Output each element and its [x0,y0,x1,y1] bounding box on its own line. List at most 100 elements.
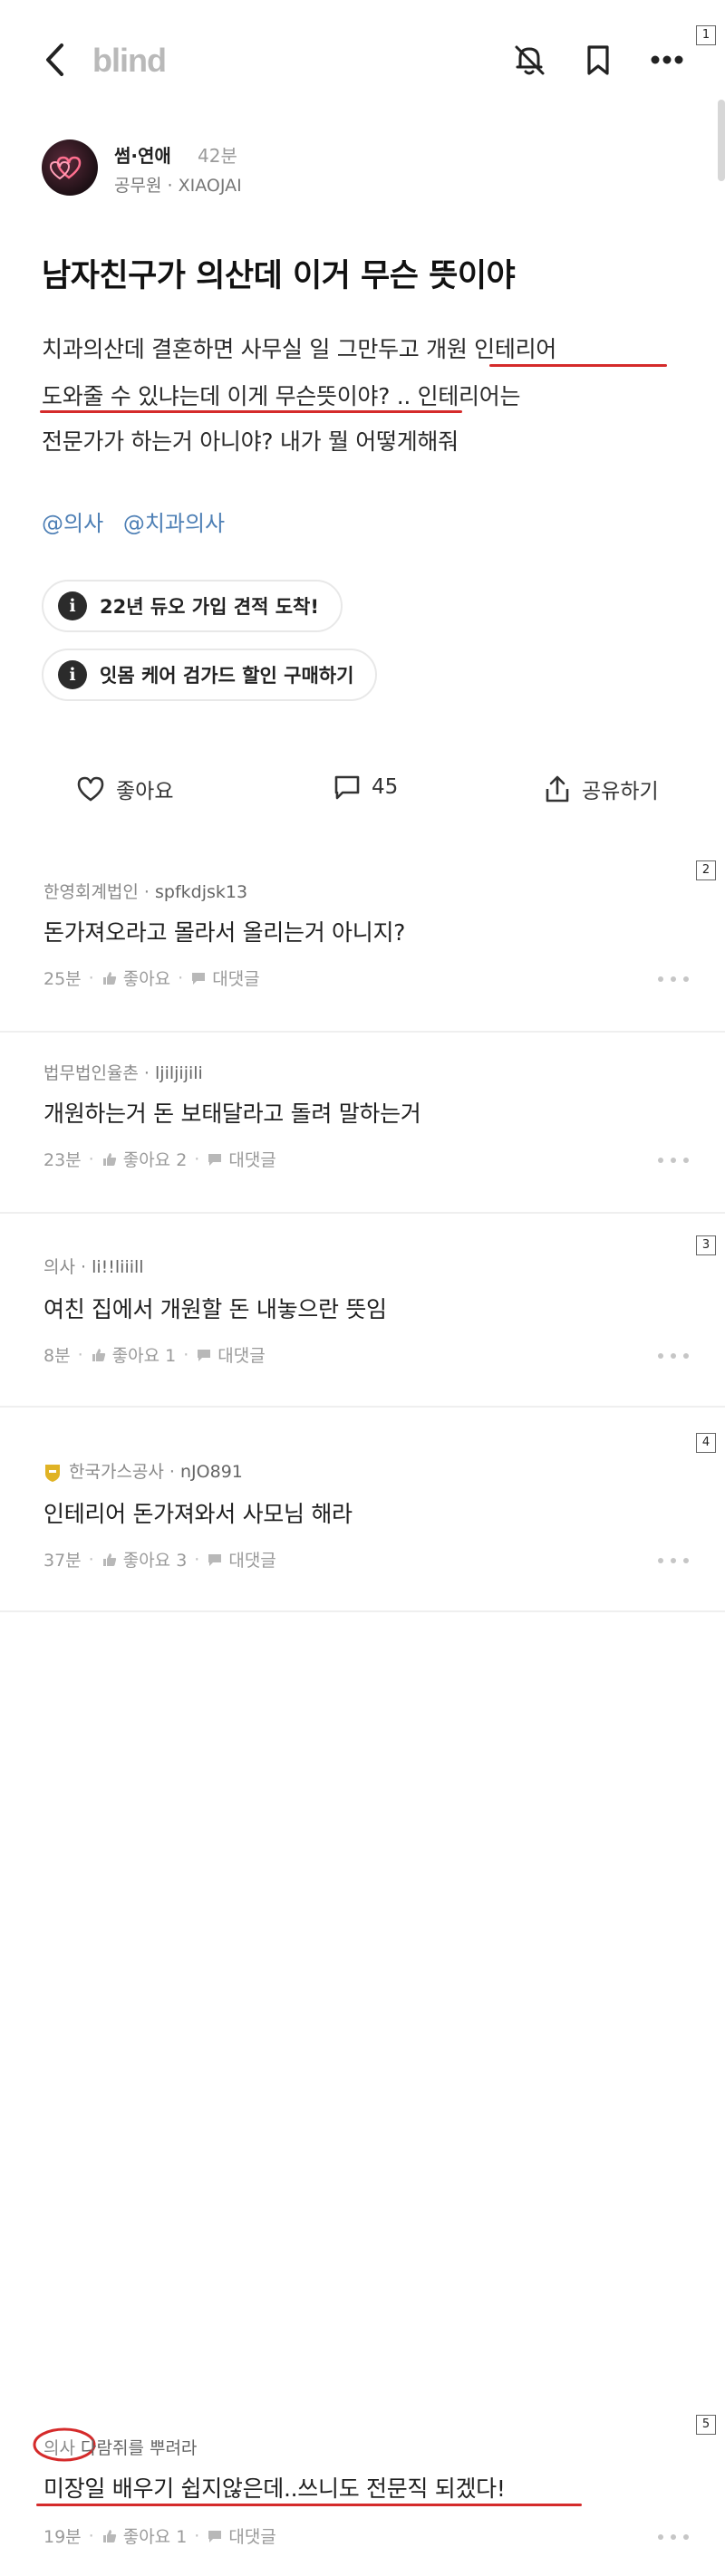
verified-badge-icon [45,1464,60,1482]
comment-meta: 의사 다람쥐를 뿌려라 [44,2435,197,2459]
comment-reply-button[interactable]: 대댓글 [207,1547,276,1572]
comment-company: 의사 [44,1257,75,1277]
back-button[interactable] [40,40,71,80]
post-body-line: 전문가가 하는거 아니야? 내가 뭘 어떻게해줘 [42,428,459,455]
tag-dentist[interactable]: @치과의사 [123,511,225,536]
comment-company: 한국가스공사 [69,1462,164,1482]
comment-text: 미장일 배우기 쉽지않은데..쓰니도 전문직 되겠다! [44,2475,506,2502]
comment-item: 법무법인율촌 · ljiljijili 개원하는거 돈 보태달라고 돌려 말하는… [0,1033,725,1214]
comment-more-button[interactable] [658,1351,689,1360]
comment-meta: 한국가스공사 · nJO891 [44,1458,243,1483]
separator-dot: · [167,176,179,196]
comment-company: 법무법인율촌 [44,1063,139,1083]
thumbs-up-icon [102,1152,116,1166]
share-button[interactable]: 공유하기 [544,774,659,804]
page-badge: 1 [696,25,716,45]
blind-logo[interactable]: blind [92,42,167,80]
comment-time: 8분 [44,1346,71,1366]
chevron-left-icon [46,43,63,76]
comment-item: 한국가스공사 · nJO891 인테리어 돈가져와서 사모님 해라 37분 · 좋… [0,1429,725,1612]
heart-icon [77,776,104,802]
comment-item: 의사 다람쥐를 뿌려라 미장일 배우기 쉽지않은데..쓰니도 전문직 되겠다! … [0,2413,725,2576]
comment-time: 37분 [44,1551,82,1571]
comment-like-button[interactable]: 좋아요 1 [102,2523,187,2548]
thumbs-up-icon [102,2529,116,2542]
comment-text: 여친 집에서 개원할 돈 내놓으란 뜻임 [44,1296,387,1322]
comment-footer: 37분 · 좋아요 3 · 대댓글 [44,1547,276,1572]
comment-nickname: 다람쥐를 뿌려라 [81,2438,198,2458]
comment-nickname: li!!liiill [92,1257,144,1277]
comment-like-button[interactable]: 좋아요 2 [102,1147,187,1171]
community-name[interactable]: 썸·연애 [114,141,171,168]
reply-bubble-icon [192,972,206,985]
comment-reply-button[interactable]: 대댓글 [190,966,260,990]
author-company: XIAOJAI [178,176,242,196]
post-title: 남자친구가 의산데 이거 무슨 뜻이야 [42,258,516,294]
like-label: 좋아요 [116,780,174,803]
bookmark-icon [587,45,609,75]
more-horizontal-icon [651,55,683,64]
bookmark-button[interactable] [578,40,618,80]
comment-company: 의사 [44,2438,75,2458]
avatar[interactable] [42,139,98,196]
reply-bubble-icon [208,1553,222,1566]
info-icon: i [58,660,87,689]
promo-chip[interactable]: i 잇몸 케어 검가드 할인 구매하기 [42,649,378,701]
comment-time: 19분 [44,2527,82,2547]
comment-button[interactable]: 45 [334,774,398,801]
more-options-button[interactable] [647,40,687,80]
comment-nickname: spfkdjsk13 [155,882,248,902]
comment-like-button[interactable]: 좋아요 1 [91,1342,176,1367]
post-action-bar: 좋아요 45 공유하기 [0,764,725,819]
topic-tags: @의사 @치과의사 [42,505,237,537]
comment-like-button[interactable]: 좋아요 [102,966,170,990]
comment-nickname: nJO891 [180,1462,243,1482]
tag-doctor[interactable]: @의사 [42,511,103,536]
top-bar: blind [0,0,725,118]
comment-icon [334,775,360,800]
reply-bubble-icon [208,2530,222,2542]
comment-text: 인테리어 돈가져와서 사모님 해라 [44,1501,353,1527]
comment-more-button[interactable] [658,2533,689,2542]
author-job: 공무원 [114,176,162,196]
thumbs-up-icon [102,971,116,985]
comment-time: 25분 [44,969,82,989]
share-label: 공유하기 [582,780,659,803]
post-body-line: 도와줄 수 있냐는데 이게 무슨뜻이야? .. 인테리어는 [42,383,521,409]
promo-chip-label: 22년 듀오 가입 견적 도착! [100,596,319,618]
promo-chip[interactable]: i 22년 듀오 가입 견적 도착! [42,580,343,632]
comment-count: 45 [372,775,399,799]
annotation-underline [489,364,667,367]
comment-meta: 의사 · li!!liiill [44,1257,144,1277]
comment-more-button[interactable] [658,1156,689,1165]
share-icon [546,775,569,803]
comment-footer: 8분 · 좋아요 1 · 대댓글 [44,1342,266,1367]
comment-like-button[interactable]: 좋아요 3 [102,1547,187,1572]
annotation-underline [36,2504,582,2506]
comment-company: 한영회계법인 [44,882,139,902]
comment-more-button[interactable] [658,975,689,984]
comment-reply-button[interactable]: 대댓글 [207,2523,276,2548]
comment-footer: 23분 · 좋아요 2 · 대댓글 [44,1147,276,1171]
annotation-underline [40,410,462,413]
comment-footer: 19분 · 좋아요 1 · 대댓글 [44,2523,276,2548]
thumbs-up-icon [92,1348,105,1361]
comment-reply-button[interactable]: 대댓글 [207,1147,276,1171]
bell-off-icon [515,45,545,75]
thumbs-up-icon [102,1552,116,1566]
like-button[interactable]: 좋아요 [76,774,173,804]
comment-item: 한영회계법인 · spfkdjsk13 돈가져오라고 몰라서 올리는거 아니지?… [0,855,725,1033]
hearts-icon [49,156,82,180]
reply-bubble-icon [198,1349,211,1361]
comment-item: 의사 · li!!liiill 여친 집에서 개원할 돈 내놓으란 뜻임 8분 ·… [0,1214,725,1408]
comment-more-button[interactable] [658,1556,689,1565]
info-icon: i [58,591,87,620]
author-info: 공무원 · XIAOJAI [114,172,242,197]
comment-footer: 25분 · 좋아요 · 대댓글 [44,966,260,990]
notification-off-button[interactable] [509,40,549,80]
scrollbar[interactable] [718,100,725,181]
comment-meta: 법무법인율촌 · ljiljijili [44,1063,203,1083]
promo-chip-label: 잇몸 케어 검가드 할인 구매하기 [100,665,354,687]
comment-meta: 한영회계법인 · spfkdjsk13 [44,882,248,902]
comment-reply-button[interactable]: 대댓글 [196,1342,266,1367]
